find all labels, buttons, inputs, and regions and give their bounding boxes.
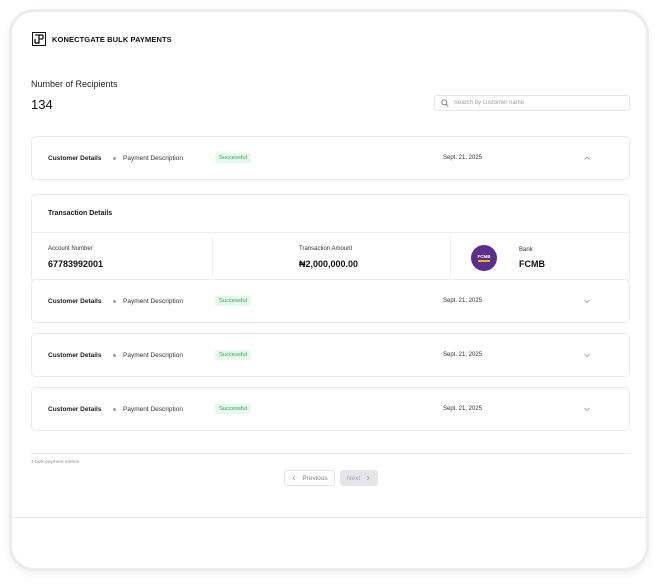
payment-date: Sept. 21, 2025 (443, 155, 483, 161)
next-button[interactable]: Next (340, 470, 378, 486)
divider (212, 237, 213, 277)
chevron-down-icon[interactable] (582, 296, 592, 306)
status-badge: Successful (215, 153, 252, 163)
account-number-label: Account Number (48, 246, 93, 252)
bank-value: FCMB (519, 259, 545, 269)
status-badge: Successful (215, 296, 252, 306)
status-badge: Successful (215, 404, 252, 414)
transaction-amount-value: ₦2,000,000.00 (299, 259, 359, 269)
payment-row[interactable]: Customer Details Payment Description Suc… (31, 333, 630, 377)
next-label: Next (346, 474, 361, 482)
separator-dot (113, 300, 116, 303)
customer-details-label: Customer Details (48, 352, 102, 359)
divider (450, 237, 451, 277)
chevron-up-icon[interactable] (582, 153, 592, 163)
separator-dot (113, 354, 116, 357)
chevron-right-icon (367, 475, 370, 481)
bank-label: Bank (519, 247, 533, 253)
entries-count: 4 bulk payment entries (31, 460, 80, 465)
customer-details-label: Customer Details (48, 155, 102, 162)
status-badge: Successful (215, 350, 252, 360)
bank-logo: FCMB (471, 245, 497, 271)
payment-date: Sept. 21, 2025 (443, 352, 483, 358)
transaction-amount-label: Transaction Amount (299, 246, 353, 252)
brand-header: KONECTGATE BULK PAYMENTS (32, 32, 172, 46)
chevron-down-icon[interactable] (582, 404, 592, 414)
payment-row[interactable]: Customer Details Payment Description Suc… (31, 136, 630, 180)
separator-dot (113, 157, 116, 160)
brand-logo-icon (32, 32, 46, 46)
transaction-details-panel: Transaction Details Account Number 67783… (31, 194, 630, 282)
customer-details-label: Customer Details (48, 298, 102, 305)
previous-label: Previous (302, 474, 328, 482)
transaction-details-title: Transaction Details (48, 210, 113, 217)
chevron-down-icon[interactable] (582, 350, 592, 360)
payment-date: Sept. 21, 2025 (443, 406, 483, 412)
payment-description-label: Payment Description (123, 298, 183, 305)
payment-description-label: Payment Description (123, 406, 183, 413)
payment-row[interactable]: Customer Details Payment Description Suc… (31, 387, 630, 431)
divider (31, 453, 630, 454)
bank-logo-text: FCMB (477, 254, 491, 259)
previous-button[interactable]: Previous (284, 470, 335, 486)
divider (32, 232, 629, 233)
chevron-left-icon (292, 475, 296, 481)
recipients-count: 134 (31, 97, 53, 112)
search-icon (441, 99, 449, 107)
app-window: KONECTGATE BULK PAYMENTS Number of Recip… (12, 12, 646, 568)
bank-logo-bar (478, 260, 490, 262)
account-number-value: 67783992001 (48, 259, 104, 269)
customer-details-label: Customer Details (48, 406, 102, 413)
search-input[interactable] (454, 100, 614, 106)
separator-dot (113, 408, 116, 411)
payment-date: Sept. 21, 2025 (443, 298, 483, 304)
payment-description-label: Payment Description (123, 155, 183, 162)
recipients-label: Number of Recipients (31, 79, 118, 89)
payment-row[interactable]: Customer Details Payment Description Suc… (31, 279, 630, 323)
payment-description-label: Payment Description (123, 352, 183, 359)
brand-name: KONECTGATE BULK PAYMENTS (52, 34, 172, 44)
divider (12, 517, 646, 518)
search-field[interactable] (434, 95, 630, 111)
